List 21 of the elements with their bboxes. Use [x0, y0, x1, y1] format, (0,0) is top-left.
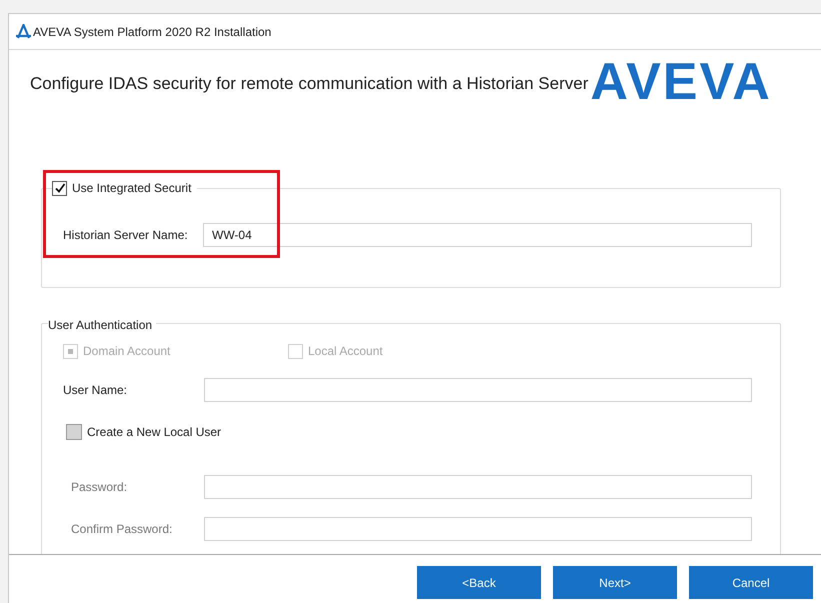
password-field[interactable] [204, 475, 752, 499]
brand-logo: AVEVA [590, 56, 772, 108]
password-field[interactable] [204, 517, 752, 541]
wizard-button[interactable]: Next> [553, 566, 677, 599]
checkbox-label: Domain Account [83, 343, 170, 360]
field-label: Password: [71, 479, 128, 496]
input-field[interactable] [204, 378, 752, 402]
field-label: User Name: [63, 382, 128, 399]
field-label: Confirm Password: [71, 521, 174, 538]
checkbox[interactable] [52, 180, 67, 196]
window-title: AVEVA System Platform 2020 R2 Installation [33, 24, 272, 40]
input-field[interactable]: WW-04 [203, 223, 752, 247]
page-heading: Configure IDAS security for remote communication with a Historian Server [30, 73, 588, 96]
app-logo-icon [15, 24, 32, 39]
checkbox-label: Local Account [308, 343, 383, 360]
checkbox-label: Create a New Local User [87, 424, 222, 441]
checkbox[interactable] [66, 424, 82, 440]
checkbox-label: Use Integrated Securit [72, 180, 192, 197]
wizard-button[interactable]: <Back [417, 566, 541, 599]
field-label: Historian Server Name: [63, 227, 189, 244]
wizard-button[interactable]: Cancel [689, 566, 813, 599]
